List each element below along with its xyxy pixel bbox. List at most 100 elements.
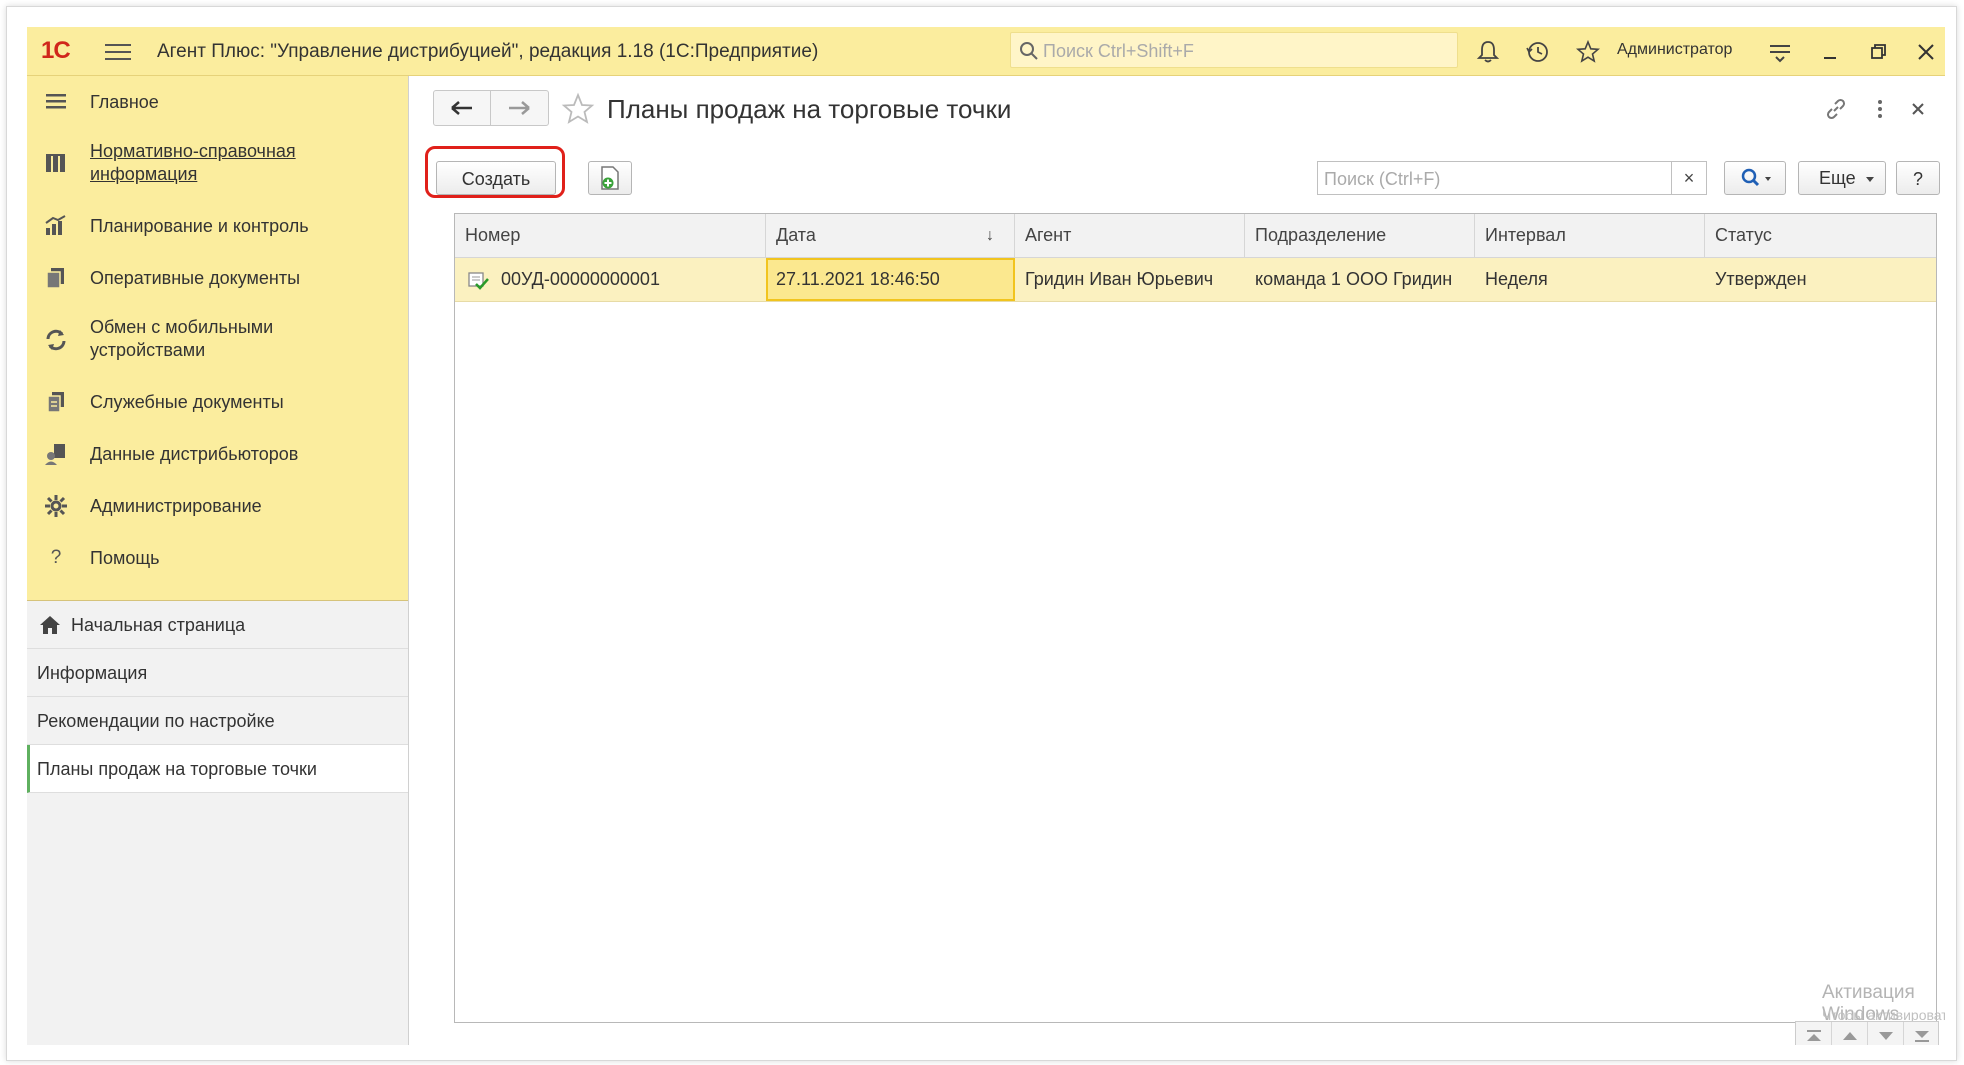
section-label: Обмен с мобильными устройствами — [90, 317, 274, 360]
link-icon[interactable] — [1823, 96, 1849, 122]
column-header-department[interactable]: Подразделение — [1245, 214, 1475, 257]
close-form-icon[interactable] — [1906, 96, 1930, 122]
gear-icon — [45, 495, 67, 517]
section-administration[interactable]: Администрирование — [27, 480, 408, 532]
create-copy-button[interactable] — [588, 161, 632, 195]
section-label: Планирование и контроль — [90, 216, 309, 236]
tab-label: Начальная страница — [71, 615, 246, 635]
tab-setup-recommendations[interactable]: Рекомендации по настройке — [27, 697, 408, 745]
global-search-input[interactable] — [1041, 37, 1445, 65]
global-search[interactable] — [1010, 32, 1458, 68]
cell-agent: Гридин Иван Юрьевич — [1025, 269, 1214, 289]
section-distributors[interactable]: Данные дистрибьюторов — [27, 428, 408, 480]
arrow-right-icon — [509, 101, 530, 115]
window-frame: 1С Агент Плюс: "Управление дистрибуцией"… — [6, 6, 1957, 1061]
section-main[interactable]: Главное — [27, 76, 408, 128]
section-operational-docs[interactable]: Оперативные документы — [27, 252, 408, 304]
section-mobile-exchange[interactable]: Обмен с мобильными устройствами — [27, 304, 408, 376]
bell-icon[interactable] — [1475, 39, 1501, 65]
more-button[interactable]: Еще — [1798, 161, 1886, 195]
main-content: Планы продаж на торговые точки Создать ×… — [409, 76, 1945, 1045]
minimize-icon[interactable] — [1817, 39, 1843, 65]
star-icon[interactable] — [1575, 39, 1601, 65]
section-label: Оперативные документы — [90, 268, 301, 288]
list-search[interactable]: × — [1317, 161, 1707, 195]
scroll-bottom-icon — [1915, 1031, 1929, 1042]
column-label: Дата — [776, 225, 816, 245]
main-menu-button[interactable] — [105, 39, 131, 63]
restore-icon[interactable] — [1865, 39, 1891, 65]
help-icon: ? — [50, 547, 62, 568]
sidebar: Главное Нормативно-справочная информация… — [27, 76, 409, 1045]
history-icon[interactable] — [1525, 39, 1551, 65]
section-label: Нормативно-справочная информация — [90, 141, 296, 184]
service-docs-icon — [47, 392, 64, 413]
home-icon — [40, 616, 60, 634]
settings-lines-icon[interactable] — [1767, 39, 1793, 65]
column-header-interval[interactable]: Интервал — [1475, 214, 1705, 257]
search-options-button[interactable] — [1724, 161, 1786, 195]
title-bar: 1С Агент Плюс: "Управление дистрибуцией"… — [27, 27, 1945, 76]
section-reference[interactable]: Нормативно-справочная информация — [27, 128, 408, 200]
favorite-star-icon[interactable] — [561, 92, 595, 126]
add-document-icon — [601, 166, 619, 190]
sync-icon — [46, 329, 66, 351]
distributors-icon — [45, 444, 65, 465]
column-header-agent[interactable]: Агент — [1015, 214, 1245, 257]
create-button[interactable]: Создать — [436, 161, 556, 195]
documents-icon — [46, 268, 64, 289]
search-dropdown-icon — [1741, 168, 1771, 187]
scroll-down-button[interactable] — [1868, 1022, 1904, 1045]
tab-home-page[interactable]: Начальная страница — [27, 601, 408, 649]
section-help[interactable]: ? Помощь — [27, 532, 408, 584]
help-button[interactable]: ? — [1896, 161, 1940, 195]
menu-icon — [46, 94, 66, 109]
user-name[interactable]: Администратор — [1617, 41, 1732, 59]
sections-panel: Главное Нормативно-справочная информация… — [27, 76, 408, 601]
app-window: 1С Агент Плюс: "Управление дистрибуцией"… — [27, 27, 1945, 1045]
close-icon[interactable] — [1913, 39, 1939, 65]
posted-document-icon — [468, 272, 489, 290]
section-label: Администрирование — [90, 496, 262, 516]
app-title: Агент Плюс: "Управление дистрибуцией", р… — [157, 41, 819, 62]
section-label: Данные дистрибьюторов — [90, 444, 299, 464]
table-header: Номер Дата ↓ Агент Подразделение Интерва… — [455, 214, 1936, 258]
tab-label: Информация — [37, 663, 148, 683]
scroll-buttons — [1795, 1021, 1939, 1045]
forward-button[interactable] — [491, 91, 547, 125]
tab-label: Рекомендации по настройке — [37, 711, 275, 731]
section-planning[interactable]: Планирование и контроль — [27, 200, 408, 252]
column-header-status[interactable]: Статус — [1705, 214, 1936, 257]
tab-sales-plans[interactable]: Планы продаж на торговые точки — [27, 745, 408, 793]
more-actions-icon[interactable] — [1872, 96, 1888, 122]
sort-desc-icon: ↓ — [986, 227, 994, 244]
scroll-up-icon — [1843, 1032, 1857, 1040]
cell-interval: Неделя — [1485, 269, 1548, 289]
clear-search-button[interactable]: × — [1671, 162, 1706, 194]
1c-logo: 1С — [41, 37, 71, 64]
search-icon — [1020, 42, 1038, 60]
arrow-left-icon — [451, 101, 472, 115]
tab-information[interactable]: Информация — [27, 649, 408, 697]
table-row[interactable]: 00УД-00000000001 27.11.2021 18:46:50 Гри… — [455, 258, 1936, 302]
column-header-date[interactable]: Дата ↓ — [766, 214, 1015, 257]
cell-number: 00УД-00000000001 — [501, 269, 660, 289]
scroll-up-button[interactable] — [1832, 1022, 1868, 1045]
more-label: Еще — [1819, 168, 1856, 188]
cell-department: команда 1 ООО Гридин — [1255, 269, 1453, 289]
catalog-icon — [46, 154, 65, 172]
scroll-bottom-button[interactable] — [1904, 1022, 1940, 1045]
column-header-number[interactable]: Номер — [455, 214, 766, 257]
section-service-docs[interactable]: Служебные документы — [27, 376, 408, 428]
section-label: Главное — [90, 92, 159, 112]
cell-date: 27.11.2021 18:46:50 — [766, 258, 1015, 301]
back-button[interactable] — [434, 91, 491, 125]
chevron-down-icon — [1866, 177, 1874, 182]
navigation-buttons — [433, 90, 549, 126]
list-search-input[interactable] — [1322, 166, 1666, 192]
scroll-top-button[interactable] — [1796, 1022, 1832, 1045]
scroll-down-icon — [1879, 1032, 1893, 1040]
section-label: Помощь — [90, 548, 160, 568]
documents-table: Номер Дата ↓ Агент Подразделение Интерва… — [454, 213, 1937, 1023]
section-label: Служебные документы — [90, 392, 284, 412]
